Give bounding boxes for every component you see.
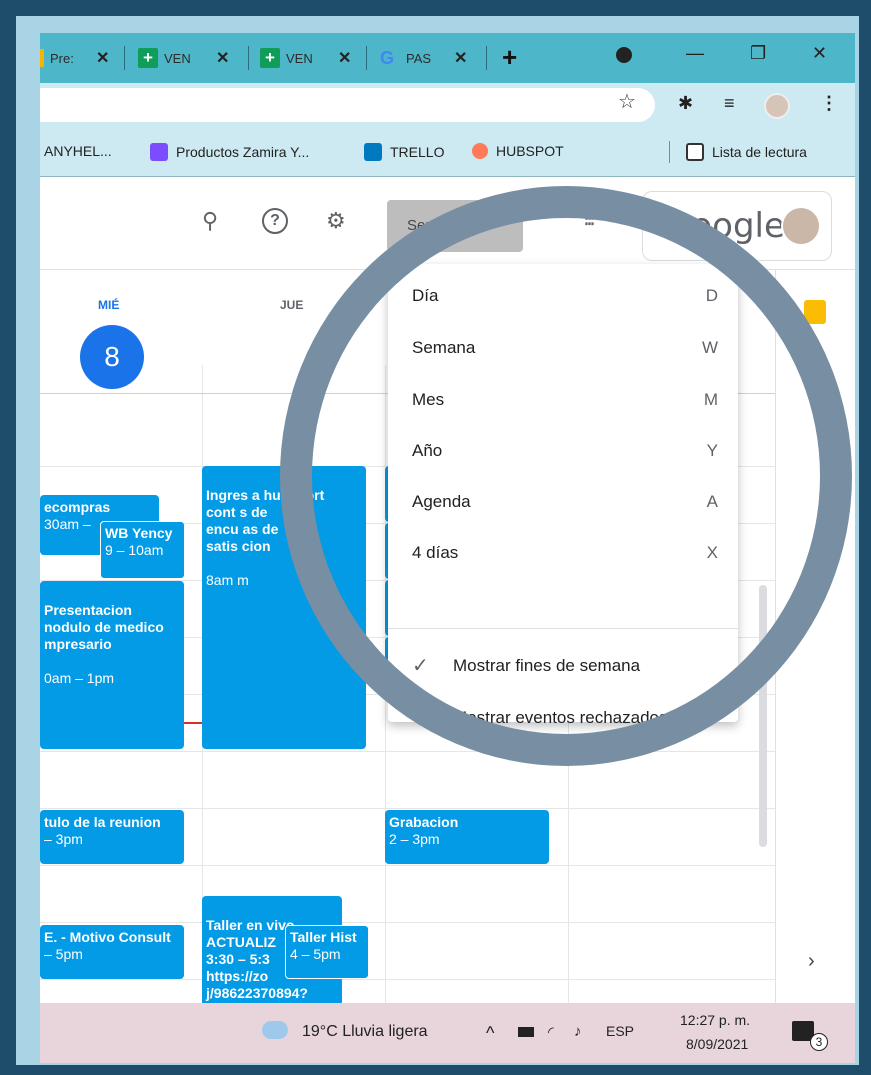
weather-icon[interactable] [262, 1021, 288, 1039]
minimize-icon[interactable]: — [686, 43, 704, 64]
event-title: Presentacion nodulo de medico mpresario [44, 602, 164, 652]
event-taller-historia[interactable]: Taller Hist 4 – 5pm [285, 925, 369, 979]
bookmark-trello[interactable]: TRELLO [364, 143, 444, 161]
bookmark-star-icon[interactable]: ☆ [618, 89, 636, 114]
bookmark-label: TRELLO [390, 144, 445, 160]
event-time: 0am – 1pm [44, 670, 115, 686]
grid-row-line [40, 808, 775, 809]
tab-divider [366, 46, 367, 70]
tab-4[interactable]: G PAS ✕ [380, 40, 490, 76]
chevron-up-icon[interactable]: ^ [486, 1023, 494, 1044]
chevron-right-icon[interactable]: › [808, 950, 815, 973]
tab-2[interactable]: + VEN ✕ [138, 40, 248, 76]
tab-divider [248, 46, 249, 70]
tab-2-label: VEN [164, 50, 191, 66]
account-avatar[interactable] [781, 206, 821, 246]
profile-avatar[interactable] [764, 93, 790, 119]
bookmark-label: HUBSPOT [496, 143, 564, 159]
bookmark-hubspot[interactable]: HUBSPOT [472, 143, 564, 159]
address-bar[interactable] [40, 88, 655, 122]
search-icon[interactable]: ⚲ [202, 208, 218, 234]
tab-divider [124, 46, 125, 70]
event-presentacion[interactable]: Presentacion nodulo de medico mpresario … [40, 581, 184, 749]
google-icon: G [380, 48, 395, 68]
bookmark-productos[interactable]: Productos Zamira Y... [150, 143, 309, 161]
day-label-thu: JUE [280, 298, 304, 312]
volume-icon[interactable]: ♪ [574, 1023, 582, 1040]
tab-3-label: VEN [286, 50, 313, 66]
close-window-icon[interactable]: ✕ [812, 43, 827, 64]
event-title: WB Yency [105, 525, 173, 541]
trello-icon [364, 143, 382, 161]
gear-icon[interactable]: ⚙ [326, 208, 346, 234]
tab-1[interactable]: Pre: ✕ [40, 40, 118, 76]
browser-toolbar: ☆ ✱ ≡ ⋮ [40, 83, 855, 129]
event-titulo-reunion[interactable]: tulo de la reunion – 3pm [40, 810, 184, 864]
windows-taskbar: 19°C Lluvia ligera ^ ◜ ♪ ESP 12:27 p. m.… [40, 1003, 855, 1063]
new-tab-icon[interactable]: + [502, 42, 517, 73]
bookmark-label: Lista de lectura [712, 144, 807, 160]
day-number-today[interactable]: 8 [80, 325, 144, 389]
tab-strip: Pre: ✕ + VEN ✕ + VEN ✕ G PAS ✕ + — ❐ ✕ [40, 33, 855, 83]
reading-list-icon[interactable]: ≡ [724, 93, 735, 114]
close-tab-icon[interactable]: ✕ [338, 48, 351, 68]
list-icon [150, 143, 168, 161]
event-title: Grabacion [389, 814, 459, 830]
event-motivo-consulta[interactable]: E. - Motivo Consult – 5pm [40, 925, 184, 979]
event-time: – 3pm [44, 831, 83, 847]
tab-search-icon[interactable] [616, 47, 632, 63]
sheets-icon: + [260, 48, 280, 68]
sheets-icon: + [138, 48, 158, 68]
tab-3[interactable]: + VEN ✕ [260, 40, 370, 76]
close-tab-icon[interactable]: ✕ [454, 48, 467, 68]
doc-icon [40, 49, 44, 67]
magnifier-ring [280, 186, 852, 766]
close-tab-icon[interactable]: ✕ [216, 48, 229, 68]
browser-window: Pre: ✕ + VEN ✕ + VEN ✕ G PAS ✕ + — ❐ ✕ ☆ [40, 33, 855, 1063]
event-title: E. - Motivo Consult [44, 929, 171, 945]
event-grabacion[interactable]: Grabacion 2 – 3pm [385, 810, 549, 864]
event-time: 2 – 3pm [389, 831, 440, 847]
bookmark-anyhel[interactable]: ANYHEL... [44, 143, 112, 159]
extensions-icon[interactable]: ✱ [678, 93, 693, 114]
reading-list-icon [686, 143, 704, 161]
day-label-wed: MIÉ [98, 298, 120, 312]
close-tab-icon[interactable]: ✕ [96, 48, 109, 68]
event-title: ecompras [44, 499, 111, 515]
grid-row-line [40, 865, 775, 866]
event-time: 9 – 10am [105, 542, 164, 558]
event-time: – 5pm [44, 946, 83, 962]
clock-time[interactable]: 12:27 p. m. [680, 1012, 750, 1028]
event-title: Taller Hist [290, 929, 357, 945]
bookmark-reading-list[interactable]: Lista de lectura [686, 143, 807, 161]
tab-4-label: PAS [406, 50, 432, 66]
tab-divider [486, 46, 487, 70]
event-wb-yency[interactable]: WB Yency 9 – 10am [100, 521, 185, 579]
bookmark-label: Productos Zamira Y... [176, 144, 310, 160]
bookmark-divider [669, 141, 670, 163]
clock-date[interactable]: 8/09/2021 [686, 1036, 748, 1052]
battery-icon[interactable] [518, 1027, 534, 1037]
language-indicator[interactable]: ESP [606, 1023, 634, 1039]
notification-count: 3 [810, 1033, 828, 1051]
hubspot-icon [472, 143, 488, 159]
grid-row-line [40, 922, 775, 923]
event-title: tulo de la reunion [44, 814, 161, 830]
wifi-icon[interactable]: ◜ [548, 1023, 554, 1041]
grid-row-line [40, 979, 775, 980]
restore-icon[interactable]: ❐ [750, 43, 766, 64]
event-time: 4 – 5pm [290, 946, 341, 962]
weather-text[interactable]: 19°C Lluvia ligera [302, 1023, 428, 1041]
menu-dots-icon[interactable]: ⋮ [820, 93, 838, 114]
tab-1-label: Pre: [50, 50, 74, 66]
bookmarks-bar: ANYHEL... Productos Zamira Y... TRELLO H… [40, 129, 855, 177]
grid-row-line [40, 751, 775, 752]
bookmark-label: ANYHEL... [44, 143, 112, 159]
help-icon[interactable]: ? [262, 208, 288, 234]
